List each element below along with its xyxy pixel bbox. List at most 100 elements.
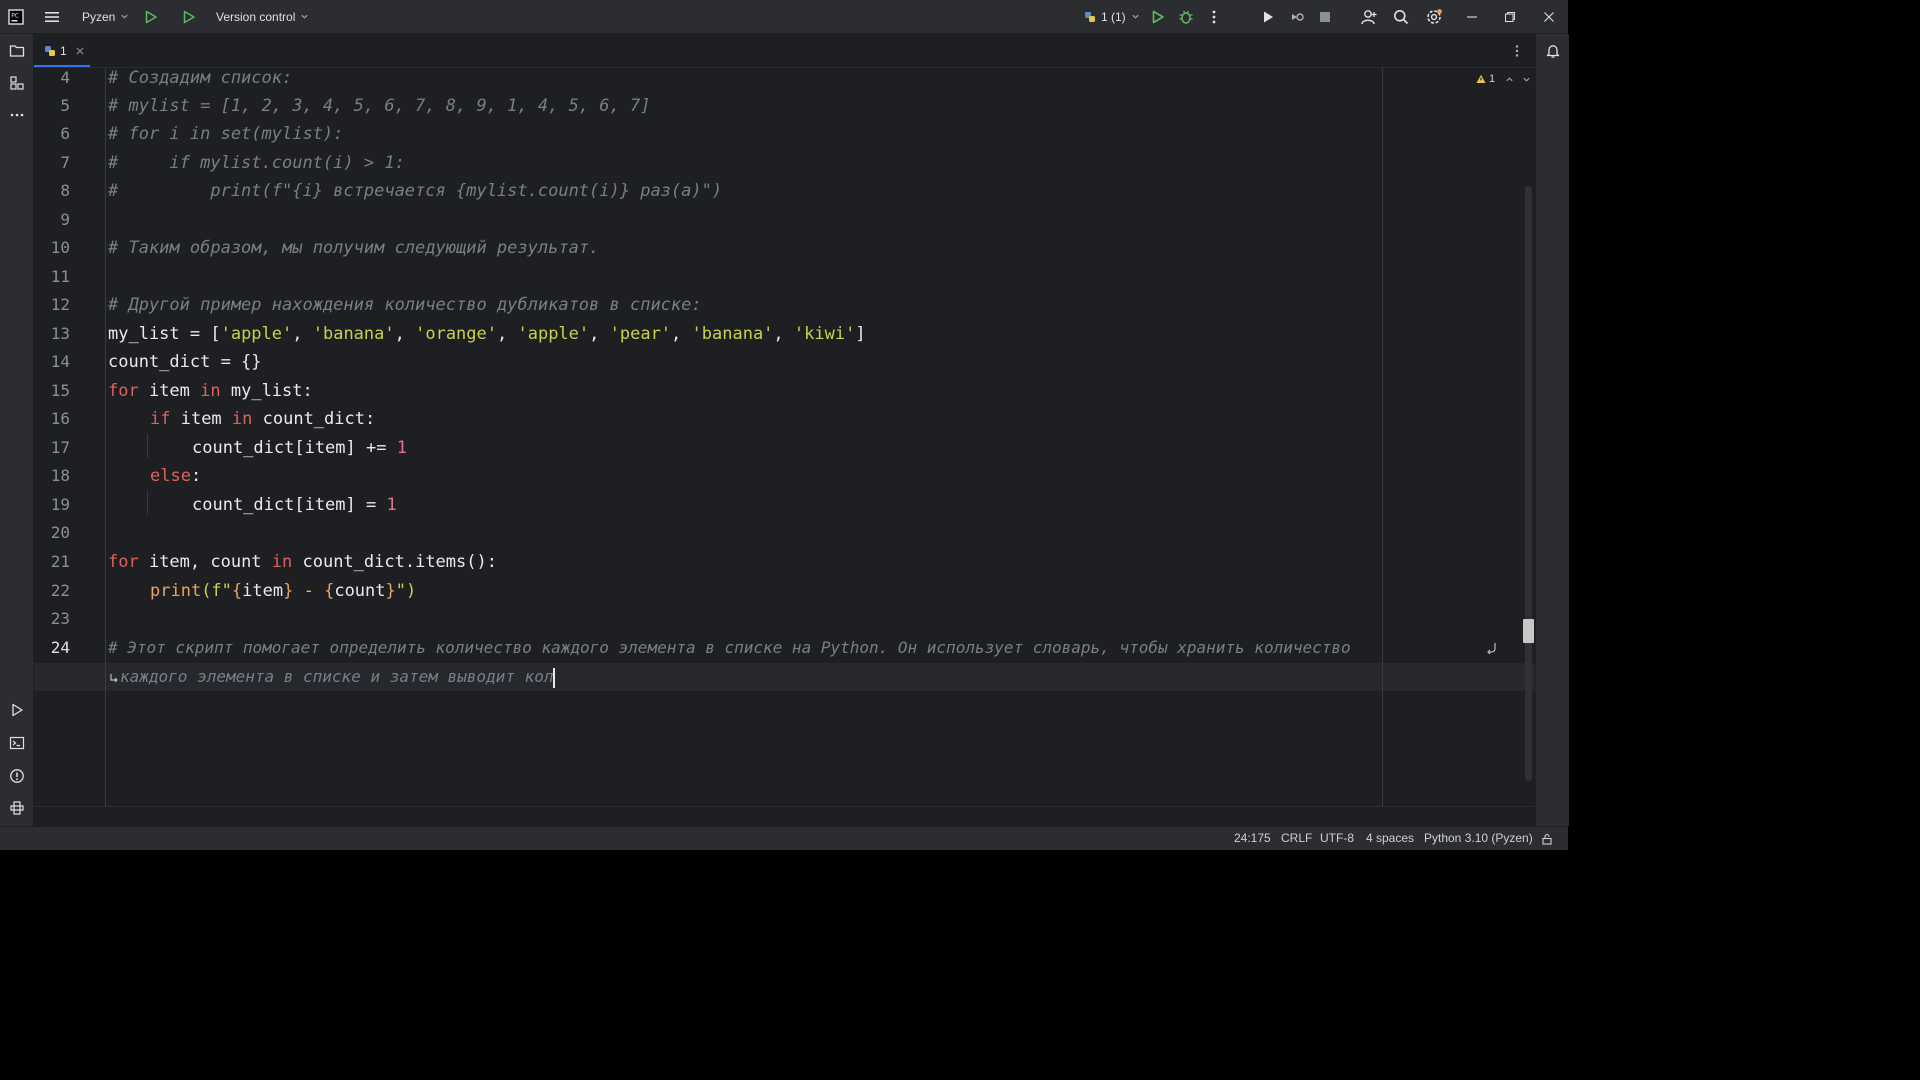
lock-icon[interactable]	[1541, 827, 1553, 850]
soft-wrap-icon	[1486, 641, 1498, 660]
left-toolbar	[0, 34, 34, 826]
code-token: ]	[855, 324, 866, 344]
tab-options-icon[interactable]	[1512, 34, 1522, 67]
line-number: 13	[50, 324, 70, 343]
more-actions-icon[interactable]	[1208, 0, 1220, 33]
close-tab-icon[interactable]	[76, 47, 84, 55]
code-line: print(f"{item} - {count}")	[150, 577, 416, 605]
chevron-down-icon[interactable]	[1522, 75, 1531, 84]
more-tools-icon[interactable]	[7, 105, 27, 125]
brace-token: }	[283, 581, 294, 601]
debug-button-icon[interactable]	[1178, 0, 1194, 33]
chevron-up-icon[interactable]	[1505, 75, 1514, 84]
code-token: count_dict.items():	[292, 552, 497, 572]
python-packages-icon[interactable]	[7, 798, 27, 818]
string-token: 'banana'	[312, 324, 395, 344]
vcs-label: Version control	[216, 9, 296, 24]
line-number: 10	[50, 238, 70, 257]
stop-icon[interactable]	[1318, 0, 1332, 33]
warning-count: 1	[1489, 73, 1496, 85]
code-token: count	[334, 581, 386, 601]
line-number: 5	[60, 96, 70, 115]
builtin-token: print	[150, 581, 202, 601]
chevron-down-icon	[121, 14, 128, 19]
vcs-selector[interactable]: Version control	[216, 0, 309, 33]
file-encoding[interactable]: UTF-8	[1320, 827, 1354, 850]
string-token: 'pear'	[609, 324, 672, 344]
run-button-icon[interactable]	[1150, 0, 1166, 33]
brace-token: {	[324, 581, 335, 601]
run-tool-icon[interactable]	[1260, 0, 1276, 33]
run-widget-icon[interactable]	[143, 0, 159, 33]
wrapped-text: каждого элемента в списке и затем выводи…	[120, 667, 554, 686]
app-logo-icon[interactable]: PC	[8, 0, 24, 33]
line-number: 12	[50, 295, 70, 314]
code-line: else:	[150, 462, 201, 490]
project-selector[interactable]: Pyzen	[82, 0, 129, 33]
line-ending[interactable]: CRLF	[1281, 827, 1312, 850]
title-bar: PC Pyzen Version control 1 (1)	[0, 0, 1568, 34]
keyword-token: in	[231, 409, 253, 429]
scrollbar-caret-marker	[1523, 619, 1534, 643]
tab-file-1[interactable]: 1	[34, 34, 90, 67]
inspection-widget[interactable]: 1	[1476, 70, 1531, 88]
close-window-icon[interactable]	[1543, 0, 1555, 33]
code-token: my_list:	[220, 381, 313, 401]
structure-icon[interactable]	[7, 73, 27, 93]
string-token: 'banana'	[691, 324, 774, 344]
editor-footer	[34, 806, 1535, 827]
code-line: # Другой пример нахождения количество ду…	[108, 295, 702, 315]
text-caret	[553, 667, 556, 688]
run-config-selector[interactable]: 1 (1)	[1084, 0, 1140, 33]
keyword-token: for	[108, 552, 139, 572]
code-token: ,	[589, 324, 610, 344]
project-folder-icon[interactable]	[7, 41, 27, 61]
python-interpreter[interactable]: Python 3.10 (Pyzen)	[1424, 827, 1533, 850]
keyword-token: else	[150, 466, 191, 486]
line-number: 18	[50, 466, 70, 485]
vcs-run-icon[interactable]	[181, 0, 197, 33]
code-token: ,	[773, 324, 794, 344]
restore-icon[interactable]	[1504, 0, 1516, 33]
code-line-wrapped: каждого элемента в списке и затем выводи…	[120, 663, 556, 691]
code-editor[interactable]: 1 4 5 6 7 8 9 10 11 12 13 14 15 16 17 18…	[34, 68, 1535, 806]
indent-guide	[147, 434, 148, 458]
project-name: Pyzen	[82, 9, 116, 24]
code-line: my_list = ['apple', 'banana', 'orange', …	[108, 320, 866, 348]
keyword-token: for	[108, 381, 139, 401]
search-icon[interactable]	[1393, 0, 1409, 33]
code-with-me-icon[interactable]	[1360, 0, 1378, 33]
minimize-icon[interactable]	[1466, 0, 1478, 33]
soft-wrap-continuation-icon	[109, 671, 119, 690]
code-line: for item in my_list:	[108, 377, 313, 405]
caret-position[interactable]: 24:175	[1234, 827, 1271, 850]
coverage-icon[interactable]	[1289, 0, 1305, 33]
code-token: :	[190, 466, 202, 486]
terminal-icon[interactable]	[7, 733, 27, 753]
code-token: count_dict[item] =	[192, 495, 387, 515]
line-number: 22	[50, 581, 70, 600]
line-number: 4	[60, 68, 70, 87]
code-token: item, count	[138, 552, 272, 572]
code-token: item	[170, 409, 232, 429]
code-token: ,	[671, 324, 692, 344]
line-number: 23	[50, 609, 70, 628]
code-line: # Создадим список:	[108, 68, 293, 88]
main-menu-icon[interactable]	[44, 0, 60, 33]
indent-setting[interactable]: 4 spaces	[1366, 827, 1414, 850]
code-line: count_dict = {}	[108, 352, 262, 372]
settings-gear-icon[interactable]	[1425, 0, 1443, 33]
keyword-token: in	[271, 552, 293, 572]
line-number-current: 24	[50, 638, 70, 657]
string-token: 'apple'	[517, 324, 590, 344]
code-token: ,	[497, 324, 518, 344]
python-file-icon	[45, 45, 55, 56]
vertical-scrollbar[interactable]	[1525, 186, 1532, 781]
run-tool-window-icon[interactable]	[7, 700, 27, 720]
line-number: 9	[60, 210, 70, 229]
notifications-bell-icon[interactable]	[1543, 41, 1563, 61]
string-token: 'orange'	[415, 324, 497, 344]
problems-icon[interactable]	[7, 766, 27, 786]
number-token: 1	[386, 495, 397, 515]
line-number: 15	[50, 381, 70, 400]
